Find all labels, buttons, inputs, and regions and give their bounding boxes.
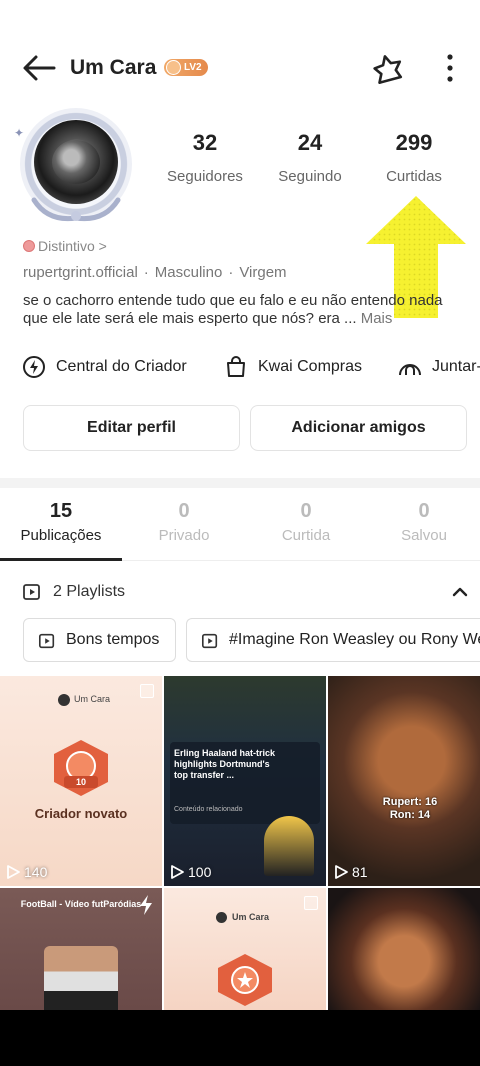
- back-arrow-icon[interactable]: [20, 52, 58, 84]
- view-count-value: 140: [24, 864, 48, 880]
- view-count-value: 81: [352, 864, 368, 880]
- view-count: 140: [6, 864, 47, 880]
- stat-followers[interactable]: 32 Seguidores: [150, 130, 260, 185]
- top-bar: Um Cara LV2: [0, 40, 480, 96]
- playlist-chip-label: #Imagine Ron Weasley ou Rony We: [229, 631, 480, 648]
- shortcut-kwai-shop-label: Kwai Compras: [258, 358, 363, 375]
- tab-liked-count: 0: [300, 500, 312, 522]
- medal-number: 10: [76, 777, 86, 787]
- thumbnail-player: [264, 816, 314, 876]
- view-count: 100: [170, 864, 211, 880]
- more-options-icon[interactable]: [440, 52, 460, 84]
- community-icon: [399, 364, 421, 376]
- lightning-circle-icon: [23, 356, 45, 378]
- thumbnail-player: [44, 946, 118, 1010]
- play-icon: [335, 865, 348, 879]
- username: rupertgrint.official: [23, 264, 138, 281]
- thumbnail-title: Criador novato: [34, 806, 128, 821]
- avatar-image: [34, 120, 118, 204]
- sparkle-icon: ✦: [14, 126, 25, 140]
- creator-avatar-icon: [216, 912, 227, 923]
- lightning-icon: [140, 895, 152, 915]
- following-count: 24: [297, 130, 323, 155]
- medal-icon: 10: [54, 740, 108, 796]
- badge-link[interactable]: Distintivo >: [23, 238, 107, 254]
- avatar[interactable]: ✦: [14, 108, 134, 228]
- thumbnail-caption: Rupert: 16 Ron: 14: [382, 796, 438, 821]
- tab-private[interactable]: 0 Privado: [123, 500, 245, 544]
- video-thumbnail[interactable]: Rupert: 16 Ron: 14 81: [328, 676, 480, 886]
- playlist-icon: [23, 584, 40, 600]
- stat-likes[interactable]: 299 Curtidas: [359, 130, 469, 185]
- playlists-count-label: 2 Playlists: [53, 583, 126, 600]
- tab-saved[interactable]: 0 Salvou: [368, 500, 480, 544]
- play-icon: [171, 865, 184, 879]
- shortcuts-row: Central do Criador Kwai Compras Juntar-: [22, 352, 480, 382]
- shortcut-creator-center-label: Central do Criador: [56, 358, 187, 375]
- playlist-chip[interactable]: Bons tempos: [23, 618, 176, 662]
- video-thumbnail[interactable]: Erling Haaland hat-trick highlights Dort…: [164, 676, 326, 886]
- view-count-value: 100: [188, 864, 212, 880]
- gender: Masculino: [154, 264, 223, 281]
- profile-stats: 32 Seguidores 24 Seguindo 299 Curtidas: [150, 130, 480, 200]
- tab-liked[interactable]: 0 Curtida: [245, 500, 367, 544]
- section-divider: [0, 478, 480, 488]
- playlist-chip-label: Bons tempos: [66, 631, 160, 648]
- view-count: 81: [334, 864, 368, 880]
- likes-label: Curtidas: [386, 168, 442, 185]
- level-badge-label: LV2: [184, 62, 202, 73]
- system-navigation-bar: [0, 1010, 480, 1066]
- video-grid: Um Cara 10 Criador novato 140 Erling Haa…: [0, 676, 480, 1010]
- zodiac-sign: Virgem: [239, 264, 287, 281]
- chevron-up-icon[interactable]: [450, 582, 470, 602]
- video-thumbnail[interactable]: Um Cara: [164, 888, 326, 1010]
- content-tabs: 15 Publicações 0 Privado 0 Curtida 0 Sal…: [0, 500, 480, 560]
- laurel-frame-icon: [31, 197, 121, 222]
- bio-more-link[interactable]: Mais: [361, 310, 393, 327]
- add-friends-button[interactable]: Adicionar amigos: [250, 405, 467, 451]
- share-icon[interactable]: [370, 52, 406, 84]
- tab-saved-count: 0: [418, 500, 430, 522]
- thumbnail-creator-name: Um Cara: [232, 912, 270, 922]
- tab-publications[interactable]: 15 Publicações: [0, 500, 122, 544]
- badge-link-label: Distintivo >: [38, 238, 107, 254]
- tab-liked-label: Curtida: [281, 527, 331, 544]
- video-thumbnail[interactable]: FootBall - Vídeo futParódias: [0, 888, 162, 1010]
- active-tab-indicator: [0, 558, 122, 561]
- level-badge-icon: [166, 60, 181, 75]
- image-post-icon: [304, 896, 318, 910]
- profile-meta: rupertgrint.official · Masculino · Virgem: [23, 264, 287, 281]
- medal-icon: [218, 954, 272, 1006]
- shortcut-join-label: Juntar-: [432, 358, 480, 375]
- image-post-icon: [140, 684, 154, 698]
- edit-profile-button[interactable]: Editar perfil: [23, 405, 240, 451]
- followers-label: Seguidores: [167, 168, 243, 185]
- followers-count: 32: [192, 130, 218, 155]
- shopping-bag-icon: [227, 356, 245, 377]
- following-label: Seguindo: [278, 168, 342, 185]
- thumbnail-related-label: Conteúdo relacionado: [174, 806, 243, 813]
- profile-title: Um Cara: [70, 56, 157, 79]
- thumbnail-creator-name: Um Cara: [74, 694, 111, 704]
- tab-publications-count: 15: [49, 500, 73, 522]
- tab-private-count: 0: [178, 500, 190, 522]
- playlist-icon: [201, 633, 218, 649]
- playlist-icon: [38, 633, 55, 649]
- video-thumbnail[interactable]: Um Cara 10 Criador novato 140: [0, 676, 162, 886]
- thumbnail-title: Erling Haaland hat-trick highlights Dort…: [174, 748, 276, 780]
- creator-avatar-icon: [58, 694, 70, 706]
- tab-private-label: Privado: [158, 527, 210, 544]
- play-icon: [7, 865, 20, 879]
- video-thumbnail[interactable]: [328, 888, 480, 1010]
- tab-publications-label: Publicações: [20, 527, 102, 544]
- tab-saved-label: Salvou: [401, 527, 447, 544]
- bio: se o cachorro entende tudo que eu falo e…: [23, 292, 468, 328]
- badge-icon: [23, 240, 35, 252]
- level-badge[interactable]: LV2: [164, 59, 208, 76]
- playlist-chip[interactable]: #Imagine Ron Weasley ou Rony We: [186, 618, 480, 662]
- likes-count: 299: [395, 130, 433, 155]
- stat-following[interactable]: 24 Seguindo: [255, 130, 365, 185]
- playlists-header[interactable]: 2 Playlists: [22, 578, 470, 606]
